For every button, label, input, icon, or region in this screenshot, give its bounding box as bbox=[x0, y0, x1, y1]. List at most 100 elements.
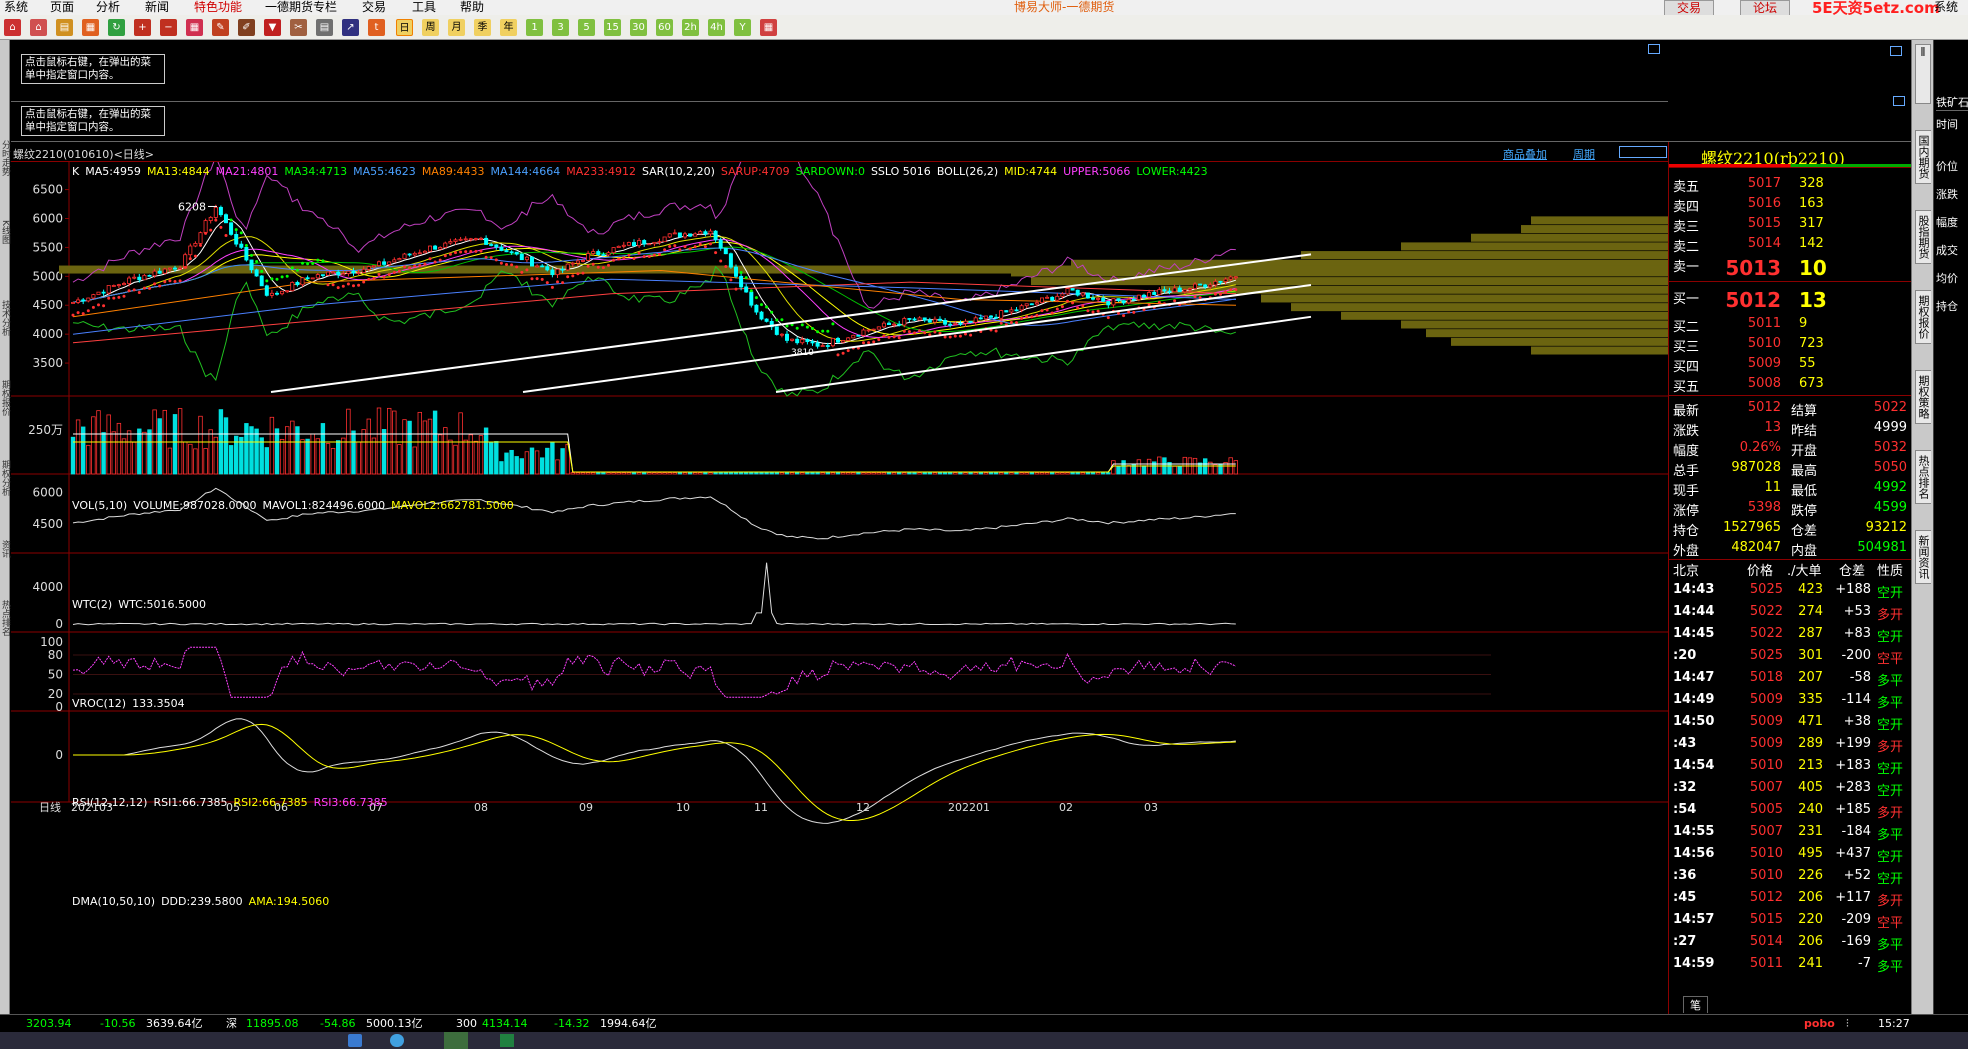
volume-bar bbox=[866, 472, 871, 475]
period-link[interactable]: 周期 bbox=[1573, 146, 1595, 162]
browser-icon[interactable] bbox=[390, 1034, 404, 1047]
period-3min[interactable]: 3 bbox=[552, 19, 569, 36]
zoom-in-icon[interactable]: + bbox=[134, 19, 151, 36]
volume-profile-bar bbox=[1531, 346, 1668, 355]
period-4h[interactable]: 4h bbox=[708, 19, 725, 36]
period-60min[interactable]: 60 bbox=[656, 19, 673, 36]
refresh-icon[interactable]: ↻ bbox=[108, 19, 125, 36]
period-week[interactable]: 周 bbox=[422, 19, 439, 36]
period-1min[interactable]: 1 bbox=[526, 19, 543, 36]
note-window-2[interactable]: 点击鼠标右键，在弹出的菜单中指定窗口内容。 bbox=[11, 94, 1911, 142]
volume-bar bbox=[1136, 459, 1142, 475]
house-icon[interactable]: ⌂ bbox=[30, 19, 47, 36]
filter-icon[interactable]: ▼ bbox=[264, 19, 281, 36]
stat-row: 总手 987028 最高 5050 bbox=[1669, 460, 1912, 480]
side-symbol[interactable]: 铁矿石 bbox=[1936, 94, 1968, 111]
sar-dot bbox=[377, 273, 381, 277]
left-tab-kline[interactable]: K线图 bbox=[0, 220, 10, 244]
left-tab-option-analysis[interactable]: 期权分析 bbox=[0, 460, 10, 496]
candle-body bbox=[703, 231, 708, 235]
grid-icon[interactable]: ▦ bbox=[186, 19, 203, 36]
tools-icon[interactable]: ✂ bbox=[290, 19, 307, 36]
candle-body bbox=[1187, 288, 1192, 291]
sar-dot bbox=[535, 277, 539, 281]
left-tab-timeshare[interactable]: 分时走势 bbox=[0, 140, 10, 176]
menu-special[interactable]: 特色功能 bbox=[194, 0, 242, 15]
pen-icon[interactable]: ✎ bbox=[212, 19, 229, 36]
stat-label: 涨停 bbox=[1673, 504, 1700, 519]
kline-chart[interactable]: 650060005500500045004000350062083810250万… bbox=[11, 162, 1668, 1014]
candle-body bbox=[1131, 298, 1136, 301]
right-tab-index[interactable]: 股指期货 bbox=[1915, 210, 1931, 264]
menu-news[interactable]: 新闻 bbox=[145, 0, 169, 15]
tick-time: :32 bbox=[1673, 780, 1697, 795]
candle-body bbox=[535, 265, 540, 268]
sar-dot bbox=[510, 263, 514, 267]
menu-system[interactable]: 系统 bbox=[4, 0, 28, 15]
right-tab-option-strategy[interactable]: 期权策略 bbox=[1915, 370, 1931, 424]
volume-bar bbox=[779, 472, 785, 475]
note-window-1[interactable]: 点击鼠标右键，在弹出的菜单中指定窗口内容。 bbox=[11, 40, 1668, 102]
menu-page[interactable]: 页面 bbox=[50, 0, 74, 15]
period-quarter[interactable]: 季 bbox=[474, 19, 491, 36]
period-month[interactable]: 月 bbox=[448, 19, 465, 36]
candle-body bbox=[1198, 283, 1203, 286]
sar-dot bbox=[948, 335, 952, 339]
tick-icon[interactable]: t bbox=[368, 19, 385, 36]
maximize-icon[interactable] bbox=[1890, 46, 1902, 56]
menu-help[interactable]: 帮助 bbox=[460, 0, 484, 15]
tick-time: 14:44 bbox=[1673, 604, 1715, 619]
volume-bar bbox=[427, 418, 433, 475]
left-tab-tech[interactable]: 技术分析 bbox=[0, 300, 10, 336]
volume-bar bbox=[636, 472, 642, 475]
excel-icon[interactable] bbox=[500, 1034, 514, 1047]
line-chart-icon[interactable]: ↗ bbox=[342, 19, 359, 36]
tick-tab[interactable]: 笔 bbox=[1683, 996, 1708, 1013]
sar-dot bbox=[550, 285, 554, 289]
maximize-icon[interactable] bbox=[1648, 44, 1660, 54]
period-y[interactable]: Y bbox=[734, 19, 751, 36]
tick-price: 5025 bbox=[1749, 648, 1783, 663]
candle-body bbox=[754, 304, 759, 313]
volume-bar bbox=[570, 472, 575, 475]
right-tab-option-quote[interactable]: 期权报价 bbox=[1915, 290, 1931, 344]
calendar-icon[interactable]: ▦ bbox=[760, 19, 777, 36]
menu-yide-column[interactable]: 一德期货专栏 bbox=[265, 0, 337, 15]
taskbar-app-icon[interactable] bbox=[348, 1034, 362, 1047]
active-app-icon[interactable] bbox=[444, 1032, 468, 1049]
news-icon[interactable]: ▦ bbox=[82, 19, 99, 36]
book-icon[interactable]: ▤ bbox=[56, 19, 73, 36]
window-controls-icon[interactable] bbox=[1619, 146, 1667, 158]
left-tab-option-quote[interactable]: 期权报价 bbox=[0, 380, 10, 416]
volume-bar bbox=[483, 427, 489, 475]
period-5min[interactable]: 5 bbox=[578, 19, 595, 36]
zoom-out-icon[interactable]: − bbox=[160, 19, 177, 36]
sar-dot bbox=[392, 271, 396, 275]
maximize-icon[interactable] bbox=[1893, 96, 1905, 106]
left-tab-hot[interactable]: 热点排名 bbox=[0, 600, 10, 636]
add-product-link[interactable]: 商品叠加 bbox=[1503, 146, 1547, 162]
sar-dot bbox=[494, 258, 498, 262]
home-icon[interactable]: ⌂ bbox=[4, 19, 21, 36]
sar-dot bbox=[739, 270, 743, 274]
menu-trade[interactable]: 交易 bbox=[362, 0, 386, 15]
table-icon[interactable]: ▤ bbox=[316, 19, 333, 36]
period-15min[interactable]: 15 bbox=[604, 19, 621, 36]
left-tab-info[interactable]: 资讯 bbox=[0, 540, 10, 558]
volume-bar bbox=[1044, 472, 1050, 475]
period-2h[interactable]: 2h bbox=[682, 19, 699, 36]
menu-analysis[interactable]: 分析 bbox=[96, 0, 120, 15]
period-year[interactable]: 年 bbox=[500, 19, 517, 36]
side-label: 价位 bbox=[1936, 160, 1958, 173]
candle-body bbox=[983, 315, 988, 320]
right-tab-domestic[interactable]: 国内期货 bbox=[1915, 130, 1931, 184]
right-tab-hot[interactable]: 热点排名 bbox=[1915, 450, 1931, 504]
collapse-icon[interactable]: ǁ bbox=[1915, 44, 1931, 104]
right-tab-news[interactable]: 新闻资讯 bbox=[1915, 530, 1931, 584]
menu-system-right[interactable]: 系统 bbox=[1934, 0, 1958, 15]
period-day[interactable]: 日 bbox=[396, 19, 413, 36]
menu-tools[interactable]: 工具 bbox=[412, 0, 436, 15]
period-30min[interactable]: 30 bbox=[630, 19, 647, 36]
tick-oi-change: -58 bbox=[1849, 670, 1871, 685]
brush-icon[interactable]: ✐ bbox=[238, 19, 255, 36]
